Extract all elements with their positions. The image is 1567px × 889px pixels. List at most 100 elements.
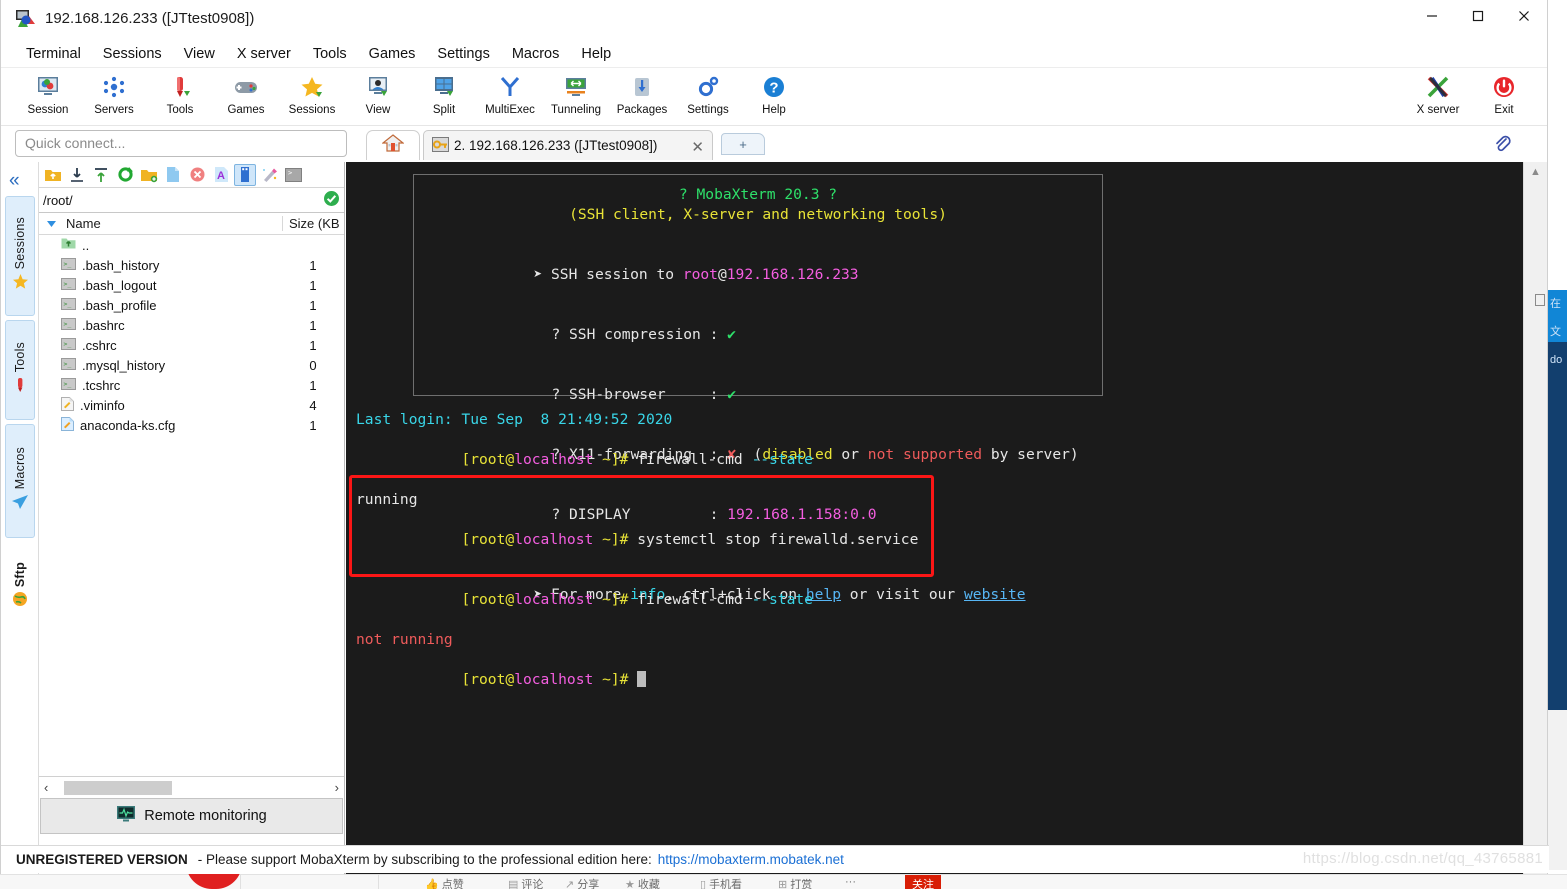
collapse-sidebar-button[interactable]: «: [9, 170, 20, 192]
remote-monitoring-button[interactable]: Remote monitoring: [40, 798, 343, 834]
terminal-icon[interactable]: >: [282, 164, 304, 186]
toolbar-tunneling-button[interactable]: Tunneling: [543, 70, 609, 116]
column-header-name-wrap[interactable]: Name: [39, 216, 282, 231]
toolbar-servers-button[interactable]: Servers: [81, 70, 147, 116]
maximize-button[interactable]: [1455, 0, 1501, 32]
list-item[interactable]: >_ .bash_history 1: [39, 255, 344, 275]
bg-collect-button[interactable]: ★ 收藏: [625, 876, 660, 889]
list-item[interactable]: >_ .bash_logout 1: [39, 275, 344, 295]
home-icon: [381, 133, 405, 158]
delete-icon[interactable]: [186, 164, 208, 186]
attachment-icon[interactable]: [1493, 134, 1511, 157]
comment-icon: ▤: [508, 879, 519, 889]
list-item[interactable]: anaconda-ks.cfg 1: [39, 415, 344, 435]
scroll-thumb[interactable]: [64, 780, 173, 795]
permissions-icon[interactable]: [258, 164, 280, 186]
terminal-scrollbar[interactable]: ▲ ▼: [1523, 162, 1547, 874]
menu-view[interactable]: View: [173, 43, 226, 65]
toolbar-split-button[interactable]: Split: [411, 70, 477, 116]
svg-text:>_: >_: [64, 280, 72, 288]
sidebar-tab-macros[interactable]: Macros: [5, 424, 35, 538]
toolbar-exit-button[interactable]: Exit: [1471, 70, 1537, 116]
unregistered-label: UNREGISTERED VERSION: [16, 852, 188, 867]
sidebar-tab-sessions[interactable]: Sessions: [5, 196, 35, 316]
tab-close-icon[interactable]: ✕: [691, 138, 704, 156]
list-item[interactable]: >_ .tcshrc 1: [39, 375, 344, 395]
list-item[interactable]: .viminfo 4: [39, 395, 344, 415]
mobatek-link[interactable]: https://mobaxterm.mobatek.net: [658, 852, 844, 867]
toolbar-sessions-button[interactable]: Sessions: [279, 70, 345, 116]
bg-mobile-button[interactable]: ▯ 手机看: [700, 876, 742, 889]
new-folder-icon[interactable]: [138, 164, 160, 186]
bg-reward-button[interactable]: ⊞ 打赏: [778, 876, 812, 889]
tab-active-session[interactable]: 2. 192.168.126.233 ([JTtest0908]) ✕: [423, 130, 713, 160]
prompt-user: root: [470, 531, 506, 548]
sftp-path-bar[interactable]: /root/: [39, 188, 344, 213]
list-item[interactable]: >_ .bashrc 1: [39, 315, 344, 335]
toolbar-help-button[interactable]: ? Help: [741, 70, 807, 116]
new-file-icon[interactable]: [162, 164, 184, 186]
sftp-toolbar: A >: [39, 162, 344, 188]
upload-icon[interactable]: [90, 164, 112, 186]
menu-sessions[interactable]: Sessions: [92, 43, 173, 65]
file-name: .viminfo: [80, 397, 125, 413]
scroll-right-icon[interactable]: ›: [335, 780, 339, 795]
scroll-up-icon[interactable]: ▲: [1524, 162, 1547, 182]
upload-folder-icon[interactable]: [42, 164, 64, 186]
toolbar-packages-button[interactable]: Packages: [609, 70, 675, 116]
minimize-button[interactable]: [1409, 0, 1455, 32]
banner-website-link[interactable]: website: [964, 586, 1026, 603]
list-item[interactable]: >_ .mysql_history 0: [39, 355, 344, 375]
sidebar-rail: « Sessions Tools Macros Sftp: [1, 162, 39, 874]
menu-tools[interactable]: Tools: [302, 43, 358, 65]
scroll-thumb[interactable]: [1535, 294, 1545, 306]
toolbar-multiexec-button[interactable]: MultiExec: [477, 70, 543, 116]
sidebar-tab-tools[interactable]: Tools: [5, 320, 35, 420]
menu-x-server[interactable]: X server: [226, 43, 302, 65]
download-icon[interactable]: [66, 164, 88, 186]
file-size: 1: [309, 297, 317, 313]
prompt-command: firewall-cmd: [637, 591, 752, 608]
rename-icon[interactable]: A: [210, 164, 232, 186]
list-item[interactable]: ..: [39, 235, 344, 255]
sftp-file-list[interactable]: .. >_ .bash_history 1 >_ .bash_logout 1: [39, 235, 344, 776]
menu-help[interactable]: Help: [570, 43, 622, 65]
bg-comment-button[interactable]: ▤ 评论: [508, 876, 543, 889]
toolbar-games-button[interactable]: Games: [213, 70, 279, 116]
menu-settings[interactable]: Settings: [426, 43, 500, 65]
packages-icon: [629, 72, 655, 102]
svg-text:?: ?: [769, 80, 778, 97]
menu-macros[interactable]: Macros: [501, 43, 571, 65]
tab-home[interactable]: [366, 130, 420, 160]
script-file-icon: >_: [61, 317, 76, 333]
toolbar-session-button[interactable]: Session: [15, 70, 81, 116]
script-file-icon: >_: [61, 377, 76, 393]
toolbar-view-button[interactable]: View: [345, 70, 411, 116]
toolbar-x-server-button[interactable]: X server: [1405, 70, 1471, 116]
bg-share-button[interactable]: ↗ 分享: [565, 876, 599, 889]
list-item[interactable]: >_ .bash_profile 1: [39, 295, 344, 315]
bg-follow-button[interactable]: 关注: [905, 875, 941, 889]
toolbar-label: Split: [432, 104, 456, 116]
menu-games[interactable]: Games: [358, 43, 427, 65]
toolbar-settings-button[interactable]: Settings: [675, 70, 741, 116]
sidebar-tab-sftp[interactable]: Sftp: [5, 542, 35, 632]
quick-connect-input[interactable]: Quick connect...: [15, 130, 347, 157]
scroll-left-icon[interactable]: ‹: [44, 780, 48, 795]
refresh-icon[interactable]: [114, 164, 136, 186]
list-item[interactable]: >_ .cshrc 1: [39, 335, 344, 355]
file-name: anaconda-ks.cfg: [80, 417, 176, 433]
bg-more-button[interactable]: ···: [845, 876, 856, 888]
prompt-cwd: ~: [602, 451, 611, 468]
sftp-horizontal-scrollbar[interactable]: ‹ ›: [39, 776, 344, 798]
close-button[interactable]: [1501, 0, 1547, 32]
terminal-output[interactable]: ? MobaXterm 20.3 ? (SSH client, X-server…: [346, 162, 1523, 874]
prompt-symbol: ]#: [610, 531, 638, 548]
file-name: .mysql_history: [82, 357, 166, 373]
menu-terminal[interactable]: Terminal: [15, 43, 92, 65]
new-tab-button[interactable]: +: [721, 133, 765, 155]
toolbar-tools-button[interactable]: Tools: [147, 70, 213, 116]
usb-icon[interactable]: [234, 163, 256, 186]
column-header-size[interactable]: Size (KB: [282, 216, 344, 231]
bg-like-button[interactable]: 👍 点赞: [425, 876, 464, 889]
